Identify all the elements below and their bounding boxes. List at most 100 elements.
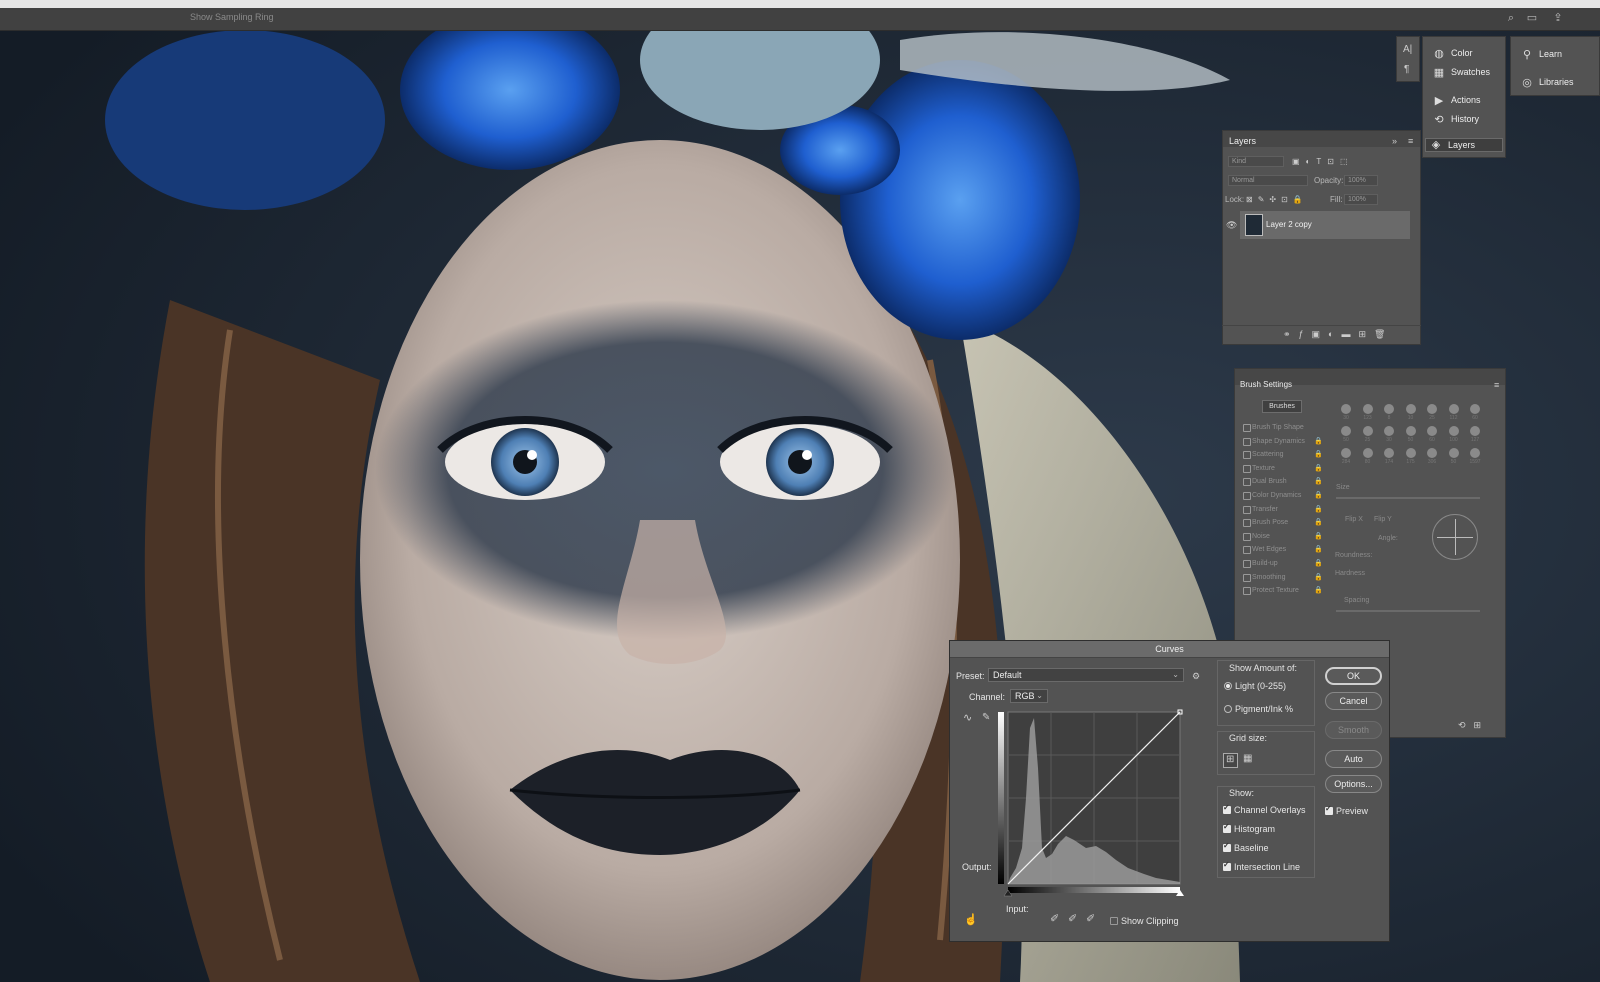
flip-y-label[interactable]: Flip Y [1374,516,1392,523]
collapse-icon[interactable]: » [1392,136,1397,146]
opacity-input[interactable]: 100% [1344,175,1378,186]
brush-option-label[interactable]: Smoothing [1252,571,1285,584]
filter-type-icons[interactable]: ▣◐T⊡⬚ [1292,157,1354,167]
lock-icon[interactable]: 🔒 [1314,491,1323,499]
brush-option-checkbox[interactable] [1243,587,1251,596]
brush-tip-cell[interactable]: 8 [1380,403,1398,423]
dock-layers[interactable]: ◈ Layers [1425,138,1503,152]
brush-option-checkbox[interactable] [1243,451,1251,460]
brush-tip-cell[interactable]: 306 [1423,447,1441,467]
brush-tip-cell[interactable]: 100 [1445,425,1463,445]
brush-option-checkbox[interactable] [1243,464,1251,473]
brush-option-checkbox[interactable] [1243,424,1251,432]
brush-option-label[interactable]: Brush Pose [1252,516,1288,529]
size-slider[interactable] [1336,497,1480,499]
brush-tip-cell[interactable]: 174 [1380,447,1398,467]
intersection-line-checkbox[interactable] [1223,860,1231,871]
baseline-checkbox[interactable] [1223,841,1231,852]
dock-color[interactable]: ◍ Color [1425,44,1505,62]
sampling-ring-hint[interactable]: Show Sampling Ring [190,12,274,22]
brush-angle-preview[interactable] [1432,514,1478,560]
brush-tip-cell[interactable]: 127 [1466,425,1484,445]
show-clipping-checkbox[interactable] [1110,917,1118,925]
brush-option-checkbox[interactable] [1243,505,1251,514]
black-eyedropper-icon[interactable]: ✐ [1050,914,1059,925]
brush-option-label[interactable]: Scattering [1252,448,1284,461]
lock-icon[interactable]: 🔒 [1314,450,1323,458]
dock-libraries[interactable]: ◎ Libraries [1513,73,1599,91]
flip-x-label[interactable]: Flip X [1345,516,1363,523]
lock-icon[interactable]: 🔒 [1314,518,1323,526]
brush-tip-cell[interactable]: 25 [1359,425,1377,445]
layer-row[interactable]: 👁 Layer 2 copy [1226,211,1410,239]
brush-option-label[interactable]: Dual Brush [1252,475,1287,488]
dock-actions[interactable]: ▶ Actions [1425,91,1505,109]
lock-icon[interactable]: 🔒 [1314,573,1323,581]
brush-option-checkbox[interactable] [1243,492,1251,500]
preset-options-gear-icon[interactable]: ⚙ [1192,671,1200,681]
brush-footer-icons[interactable]: ⟲⊞ [1458,720,1489,730]
brushes-button[interactable]: Brushes [1262,400,1302,413]
lock-icon[interactable]: 🔒 [1314,505,1323,513]
preview-checkbox[interactable] [1325,804,1333,815]
brush-tip-cell[interactable]: 25 [1423,403,1441,423]
brush-tip-cell[interactable]: 10 [1402,403,1420,423]
layer-filter-input[interactable]: Kind [1228,156,1284,167]
brush-option-label[interactable]: Noise [1252,530,1270,543]
brush-tip-cell[interactable]: 30 [1337,403,1355,423]
brush-option-label[interactable]: Shape Dynamics [1252,435,1305,448]
brush-option-label[interactable]: Protect Texture [1252,584,1299,597]
eye-visibility-icon[interactable]: 👁 [1226,220,1237,230]
brush-option-checkbox[interactable] [1243,532,1251,541]
character-icon[interactable]: A| [1403,45,1412,55]
pigment-radio[interactable] [1224,705,1232,713]
brush-option-label[interactable]: Brush Tip Shape [1252,421,1304,434]
brush-option-checkbox[interactable] [1243,519,1251,528]
dock-history[interactable]: ⟲ History [1425,110,1505,128]
panel-menu-icon[interactable]: ≡ [1408,136,1413,146]
brush-option-label[interactable]: Color Dynamics [1252,489,1301,502]
lock-icon[interactable]: 🔒 [1314,464,1323,472]
brush-tip-cell[interactable]: 112 [1445,403,1463,423]
brush-option-checkbox[interactable] [1243,573,1251,582]
paragraph-icon[interactable]: ¶ [1404,65,1409,75]
brush-tip-cell[interactable]: 1597 [1466,447,1484,467]
brush-settings-tab[interactable]: Brush Settings [1240,380,1292,389]
spacing-slider[interactable] [1336,610,1480,612]
workspace-icon[interactable]: ▭ [1526,12,1538,24]
brush-panel-menu-icon[interactable]: ≡ [1494,380,1499,390]
lock-icon[interactable]: 🔒 [1314,545,1323,553]
light-radio[interactable] [1224,682,1232,690]
pencil-tool-icon[interactable]: ✎ [982,713,990,723]
curve-point-tool-icon[interactable]: ∿ [963,713,972,724]
cancel-button[interactable]: Cancel [1325,692,1382,710]
layers-tab[interactable]: Layers [1229,136,1256,146]
gray-eyedropper-icon[interactable]: ✐ [1068,914,1077,925]
brush-option-label[interactable]: Texture [1252,462,1275,475]
brush-option-label[interactable]: Wet Edges [1252,543,1286,556]
ok-button[interactable]: OK [1325,667,1382,685]
brush-tip-cell[interactable]: 284 [1337,447,1355,467]
grid-detailed-button[interactable]: ▦ [1241,753,1256,768]
curves-graph[interactable] [996,708,1186,898]
brush-tip-cell[interactable]: 50 [1402,425,1420,445]
brush-tip-cell[interactable]: 50 [1337,425,1355,445]
brush-option-checkbox[interactable] [1243,478,1251,487]
search-icon[interactable]: ⌕ [1505,12,1517,24]
brush-option-checkbox[interactable] [1243,546,1251,555]
brush-option-label[interactable]: Build-up [1252,557,1278,570]
brush-tip-cell[interactable]: 175 [1402,447,1420,467]
brush-tip-cell[interactable]: 80 [1359,447,1377,467]
layers-footer-icons[interactable]: ⚭ƒ▣◐▬⊞🗑 [1283,329,1393,339]
brush-tip-cell[interactable]: 60 [1423,425,1441,445]
on-image-adjust-icon[interactable]: ☝ [964,915,978,926]
smooth-button[interactable]: Smooth [1325,721,1382,739]
lock-icon[interactable]: 🔒 [1314,586,1323,594]
white-eyedropper-icon[interactable]: ✐ [1086,914,1095,925]
preset-select[interactable]: Default ⌄ [988,668,1184,682]
options-button[interactable]: Options... [1325,775,1382,793]
lock-icon[interactable]: 🔒 [1314,477,1323,485]
brush-tip-cell[interactable]: 123 [1359,403,1377,423]
lock-icon[interactable]: 🔒 [1314,532,1323,540]
histogram-checkbox[interactable] [1223,822,1231,833]
